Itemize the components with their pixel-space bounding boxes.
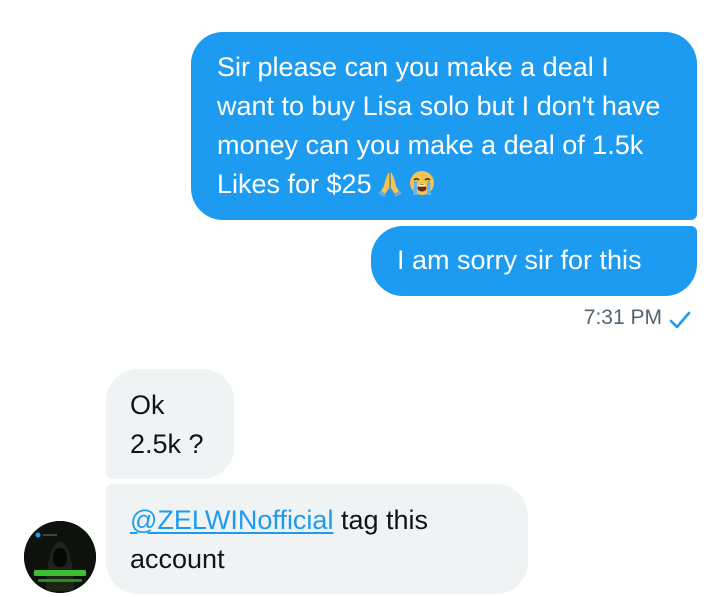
sent-message-bubble[interactable]: I am sorry sir for this <box>371 226 697 296</box>
hooded-figure-avatar-icon <box>24 521 96 593</box>
loudly-crying-face-emoji-icon <box>409 171 434 195</box>
received-message-bubble[interactable]: @ZELWINofficial tag this account <box>106 484 528 594</box>
message-text-line: Ok <box>130 390 165 420</box>
message-timestamp: 7:31 PM <box>583 306 662 329</box>
sent-message-bubble[interactable]: Sir please can you make a deal I want to… <box>191 32 697 220</box>
user-mention-link[interactable]: @ZELWINofficial <box>130 505 333 535</box>
message-text-line: 2.5k ? <box>130 429 204 459</box>
avatar[interactable] <box>24 521 96 593</box>
received-message-bubble[interactable]: Ok 2.5k ? <box>106 369 234 479</box>
checkmark-icon <box>669 311 691 329</box>
message-text: I am sorry sir for this <box>397 245 642 275</box>
dm-conversation: Sir please can you make a deal I want to… <box>0 0 720 597</box>
folded-hands-emoji-icon <box>377 172 402 197</box>
message-text: Sir please can you make a deal I want to… <box>217 52 661 199</box>
